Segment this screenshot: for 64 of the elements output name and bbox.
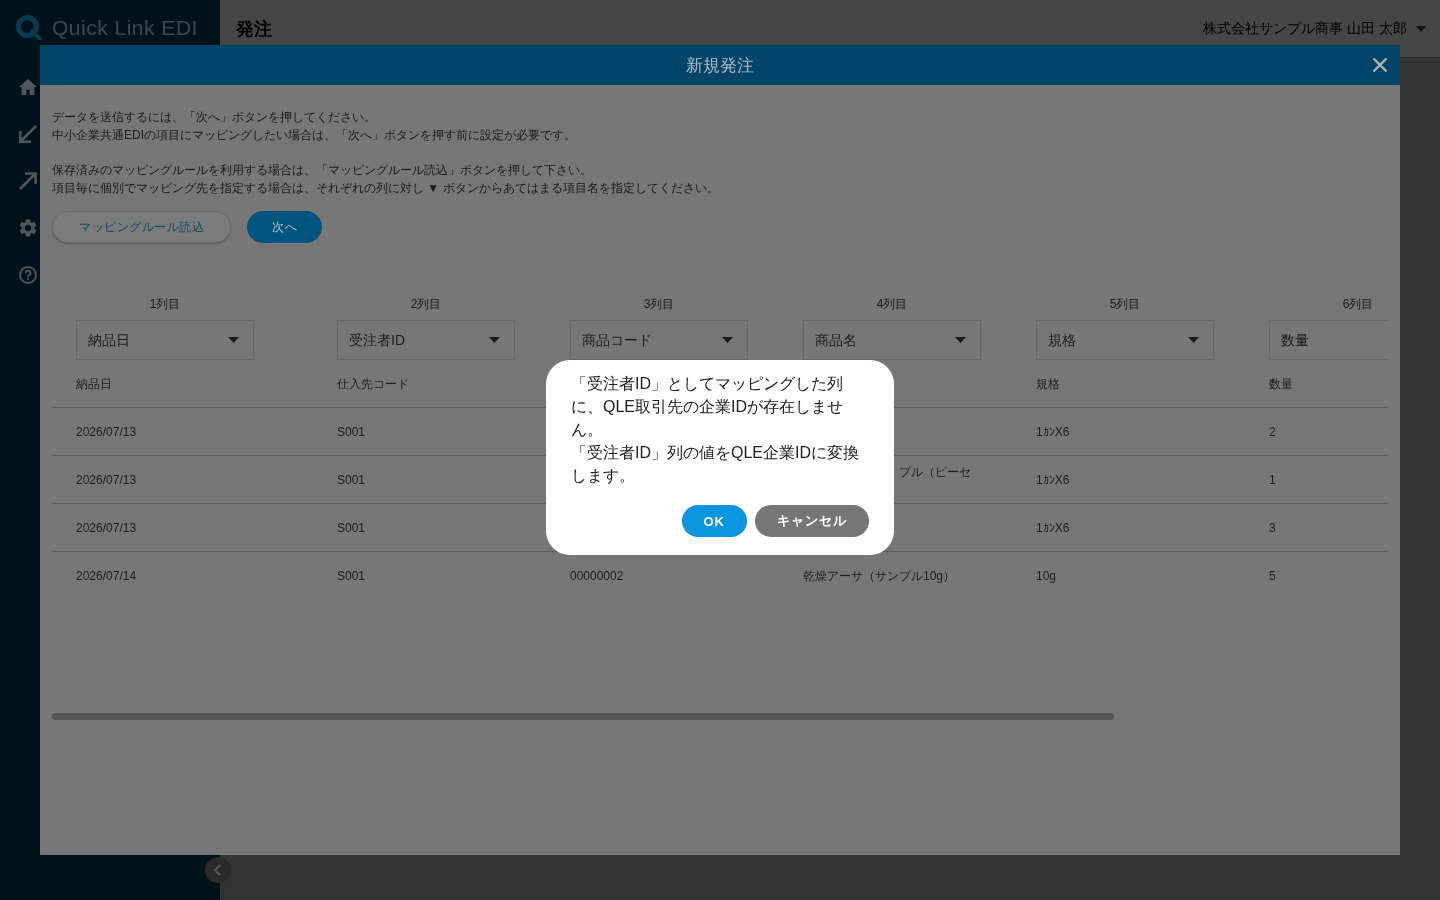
cancel-button[interactable]: キャンセル: [755, 505, 869, 537]
arrow-down-left-icon[interactable]: [19, 125, 37, 143]
logo-icon: [16, 15, 42, 41]
cell-value: 5: [1269, 568, 1276, 584]
cell-value: S001: [337, 471, 366, 488]
instruction-text: 保存済みのマッピングルールを利用する場合は、「マッピングルール読込」ボタンを押して下さい。: [52, 162, 592, 179]
cell-value: 2026/07/13: [76, 519, 137, 536]
cell-value: 1ｶﾝX6: [1036, 519, 1070, 536]
instruction-text: 項目毎に個別でマッピング先を指定する場合は、それぞれの列に対し ▼ ボタンからあてはまる項目名を指定してください。: [52, 180, 719, 197]
page-title: 発注: [236, 17, 272, 41]
mapping-select[interactable]: 納品日: [76, 320, 254, 360]
cell-value: 1ｶﾝX6: [1036, 471, 1070, 488]
cell-value: 乾燥アーサ（サンプル10g）: [803, 568, 956, 584]
cell-value: S001: [337, 423, 366, 440]
instruction-text: データを送信するには、「次へ」ボタンを押してください。: [52, 109, 376, 126]
mapping-select[interactable]: 商品コード: [570, 320, 748, 360]
help-icon[interactable]: [19, 266, 37, 284]
cell-value: 2026/07/13: [76, 471, 137, 488]
caret-icon: [1188, 337, 1199, 343]
settings-icon[interactable]: [19, 219, 37, 237]
cell-value: 3: [1269, 519, 1276, 536]
cell-value: 10g: [1036, 568, 1057, 584]
column-label: 5列目: [1109, 297, 1141, 311]
caret-icon: [228, 337, 239, 343]
arrow-up-right-icon[interactable]: [19, 172, 37, 190]
dialog-message: 「受注者ID」列の値をQLE企業IDに変換します。: [571, 443, 860, 486]
column-header: 仕入先コード: [337, 375, 409, 392]
logo-text: Quick Link EDI: [52, 15, 198, 41]
ok-button[interactable]: OK: [681, 505, 747, 537]
cell-value: 00000002: [570, 568, 624, 584]
mapping-select[interactable]: 商品名: [803, 320, 981, 360]
dialog-message: 「受注者ID」としてマッピングした列に、QLE取引先の企業IDが存在しません。: [571, 374, 844, 440]
next-button[interactable]: 次へ: [247, 211, 322, 243]
caret-icon: [489, 337, 500, 343]
mapping-select[interactable]: 受注者ID: [337, 320, 515, 360]
column-label: 1列目: [149, 297, 181, 311]
column-header: 数量: [1269, 375, 1293, 392]
column-label: 4列目: [876, 297, 908, 311]
column-label: 3列目: [643, 297, 675, 311]
cell-value: 2026/07/14: [76, 568, 137, 584]
caret-icon: [955, 337, 966, 343]
cell-value: S001: [337, 519, 366, 536]
instruction-text: 中小企業共通EDIの項目にマッピングしたい場合は、「次へ」ボタンを押す前に設定が必要です。: [52, 127, 576, 144]
mapping-select[interactable]: 規格: [1036, 320, 1214, 360]
user-menu-button[interactable]: 株式会社サンプル商事 山田 太郎: [1203, 19, 1426, 38]
cell-value: 2026/07/13: [76, 423, 137, 440]
caret-icon: [1416, 25, 1426, 32]
mapping-select[interactable]: 数量: [1269, 320, 1388, 360]
cell-value: 1: [1269, 471, 1276, 488]
cell-value: プル（ピーセ: [899, 464, 971, 479]
chevron-left-icon[interactable]: [205, 857, 231, 883]
column-header: 規格: [1036, 375, 1060, 392]
column-label: 2列目: [410, 297, 442, 311]
caret-icon: [722, 337, 733, 343]
cell-value: 2: [1269, 423, 1276, 440]
column-header: 納品日: [76, 375, 112, 392]
horizontal-scrollbar[interactable]: [52, 713, 1114, 720]
cell-value: S001: [337, 568, 366, 584]
cell-value: 1ｶﾝX6: [1036, 423, 1070, 440]
load-rules-button[interactable]: マッピングルール読込: [52, 211, 231, 243]
modal-title: 新規発注: [686, 54, 754, 77]
home-icon[interactable]: [19, 78, 37, 96]
column-label: 6列目: [1342, 297, 1374, 311]
close-icon[interactable]: [1372, 57, 1388, 73]
